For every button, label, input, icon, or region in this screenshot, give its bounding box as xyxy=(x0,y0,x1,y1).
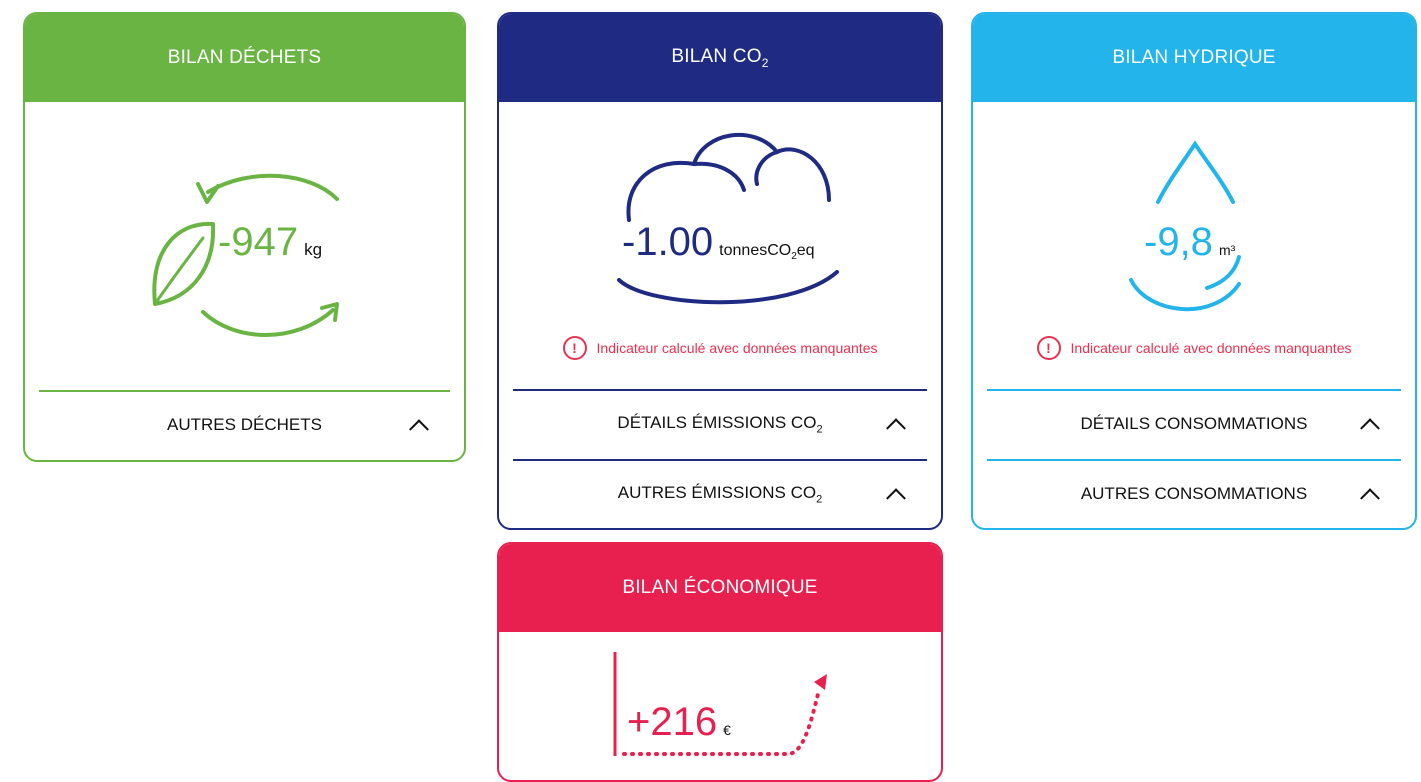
waste-unit: kg xyxy=(304,240,323,259)
water-card-header: BILAN HYDRIQUE xyxy=(973,14,1415,102)
eco-value-group: +216 € xyxy=(627,700,731,745)
eco-card-title: BILAN ÉCONOMIQUE xyxy=(622,577,818,598)
water-details-row[interactable]: DÉTAILS CONSOMMATIONS xyxy=(973,391,1415,457)
eco-card-header: BILAN ÉCONOMIQUE xyxy=(499,544,941,632)
warning-icon: ! xyxy=(1036,336,1061,360)
waste-card-header: BILAN DÉCHETS xyxy=(25,14,464,102)
co2-visual: -1.00 tonnesCO2eq xyxy=(499,102,941,322)
chevron-up-icon[interactable] xyxy=(409,419,429,440)
co2-other-row[interactable]: AUTRES ÉMISSIONS CO2 xyxy=(499,461,941,527)
waste-other-row[interactable]: AUTRES DÉCHETS xyxy=(25,392,464,458)
co2-card: BILAN CO2 -1.00 tonnesCO2eq ! Indicateur… xyxy=(497,12,943,530)
co2-card-header: BILAN CO2 xyxy=(499,14,941,102)
eco-value: +216 xyxy=(627,700,718,744)
waste-other-label: AUTRES DÉCHETS xyxy=(167,415,322,434)
water-details-label: DÉTAILS CONSOMMATIONS xyxy=(1080,414,1308,433)
cloud-icon xyxy=(617,133,839,305)
eco-unit: € xyxy=(723,722,731,738)
water-warning: ! Indicateur calculé avec données manqua… xyxy=(973,336,1415,360)
water-card: BILAN HYDRIQUE -9,8 m³ ! Indicateur calc… xyxy=(971,12,1417,530)
chevron-up-icon[interactable] xyxy=(886,418,906,439)
waste-card-title: BILAN DÉCHETS xyxy=(167,47,322,68)
waste-value-group: -947 kg xyxy=(218,220,322,265)
eco-visual: +216 € xyxy=(499,632,941,756)
water-other-label: AUTRES CONSOMMATIONS xyxy=(1080,484,1308,503)
water-card-title: BILAN HYDRIQUE xyxy=(1112,47,1276,68)
waste-card: BILAN DÉCHETS -947 kg AUTRES DÉCHETS xyxy=(23,12,466,462)
co2-details-label: DÉTAILS ÉMISSIONS CO2 xyxy=(617,412,823,436)
water-drop-icon xyxy=(1129,140,1241,312)
chevron-up-icon[interactable] xyxy=(1360,488,1380,509)
co2-details-row[interactable]: DÉTAILS ÉMISSIONS CO2 xyxy=(499,391,941,457)
co2-unit: tonnesCO2eq xyxy=(719,242,815,263)
water-value: -9,8 xyxy=(1144,220,1213,264)
water-value-group: -9,8 m³ xyxy=(1144,220,1235,265)
water-visual: -9,8 m³ xyxy=(973,102,1415,322)
co2-warning-text: Indicateur calculé avec données manquant… xyxy=(596,340,878,356)
chevron-up-icon[interactable] xyxy=(1360,418,1380,439)
warning-icon: ! xyxy=(562,336,587,360)
co2-warning: ! Indicateur calculé avec données manqua… xyxy=(499,336,941,360)
eco-card: BILAN ÉCONOMIQUE +216 € xyxy=(497,542,943,782)
co2-value-group: -1.00 tonnesCO2eq xyxy=(622,220,815,265)
water-other-row[interactable]: AUTRES CONSOMMATIONS xyxy=(973,461,1415,527)
waste-value: -947 xyxy=(218,220,299,264)
water-unit: m³ xyxy=(1218,242,1236,258)
co2-other-label: AUTRES ÉMISSIONS CO2 xyxy=(617,482,823,506)
waste-visual: -947 kg xyxy=(25,102,464,392)
co2-value: -1.00 xyxy=(622,220,714,264)
chevron-up-icon[interactable] xyxy=(886,488,906,509)
co2-card-title: BILAN CO2 xyxy=(671,46,769,70)
water-warning-text: Indicateur calculé avec données manquant… xyxy=(1070,340,1352,356)
